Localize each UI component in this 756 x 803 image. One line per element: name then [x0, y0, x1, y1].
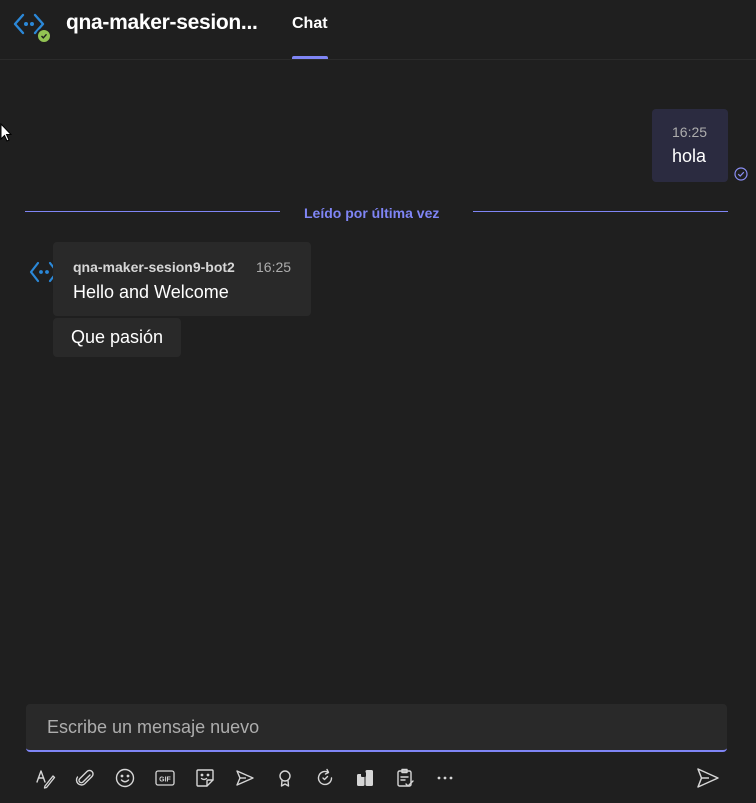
message-text: hola: [672, 146, 707, 166]
schedule-meeting-icon[interactable]: [232, 765, 258, 791]
more-options-icon[interactable]: [432, 765, 458, 791]
praise-icon[interactable]: [272, 765, 298, 791]
tab-active-indicator: [292, 56, 328, 59]
read-check-icon: [734, 167, 748, 181]
divider-line-right: [473, 211, 728, 212]
emoji-icon[interactable]: [112, 765, 138, 791]
chat-title[interactable]: qna-maker-sesion...: [66, 11, 258, 35]
outgoing-message[interactable]: 16:25 hola: [652, 109, 728, 182]
message-timestamp: 16:25: [672, 124, 708, 140]
gif-icon[interactable]: GIF: [152, 765, 178, 791]
message-timestamp: 16:25: [256, 259, 292, 275]
bot-avatar-icon[interactable]: [12, 10, 52, 44]
tab-chat-label: Chat: [292, 15, 328, 32]
incoming-message[interactable]: qna-maker-sesion9-bot2 16:25 Hello and W…: [53, 242, 311, 316]
tab-chat[interactable]: Chat: [292, 0, 328, 59]
sender-name[interactable]: qna-maker-sesion9-bot2: [73, 259, 235, 275]
presence-available-icon: [36, 28, 52, 44]
apps-icon[interactable]: [352, 765, 378, 791]
last-read-divider: Leído por última vez: [304, 205, 440, 221]
format-icon[interactable]: [32, 765, 58, 791]
message-input[interactable]: [26, 704, 727, 750]
sticker-icon[interactable]: [192, 765, 218, 791]
compose-box[interactable]: [26, 704, 727, 752]
send-icon[interactable]: [695, 765, 721, 791]
attach-icon[interactable]: [72, 765, 98, 791]
suggested-action-button[interactable]: Que pasión: [53, 318, 181, 357]
mouse-cursor-icon: [0, 122, 13, 148]
approvals-icon[interactable]: [392, 765, 418, 791]
message-text: Hello and Welcome: [73, 282, 229, 302]
loop-icon[interactable]: [312, 765, 338, 791]
divider-line-left: [25, 211, 280, 212]
chat-header: qna-maker-sesion... Chat: [0, 0, 756, 60]
svg-text:GIF: GIF: [159, 776, 171, 783]
